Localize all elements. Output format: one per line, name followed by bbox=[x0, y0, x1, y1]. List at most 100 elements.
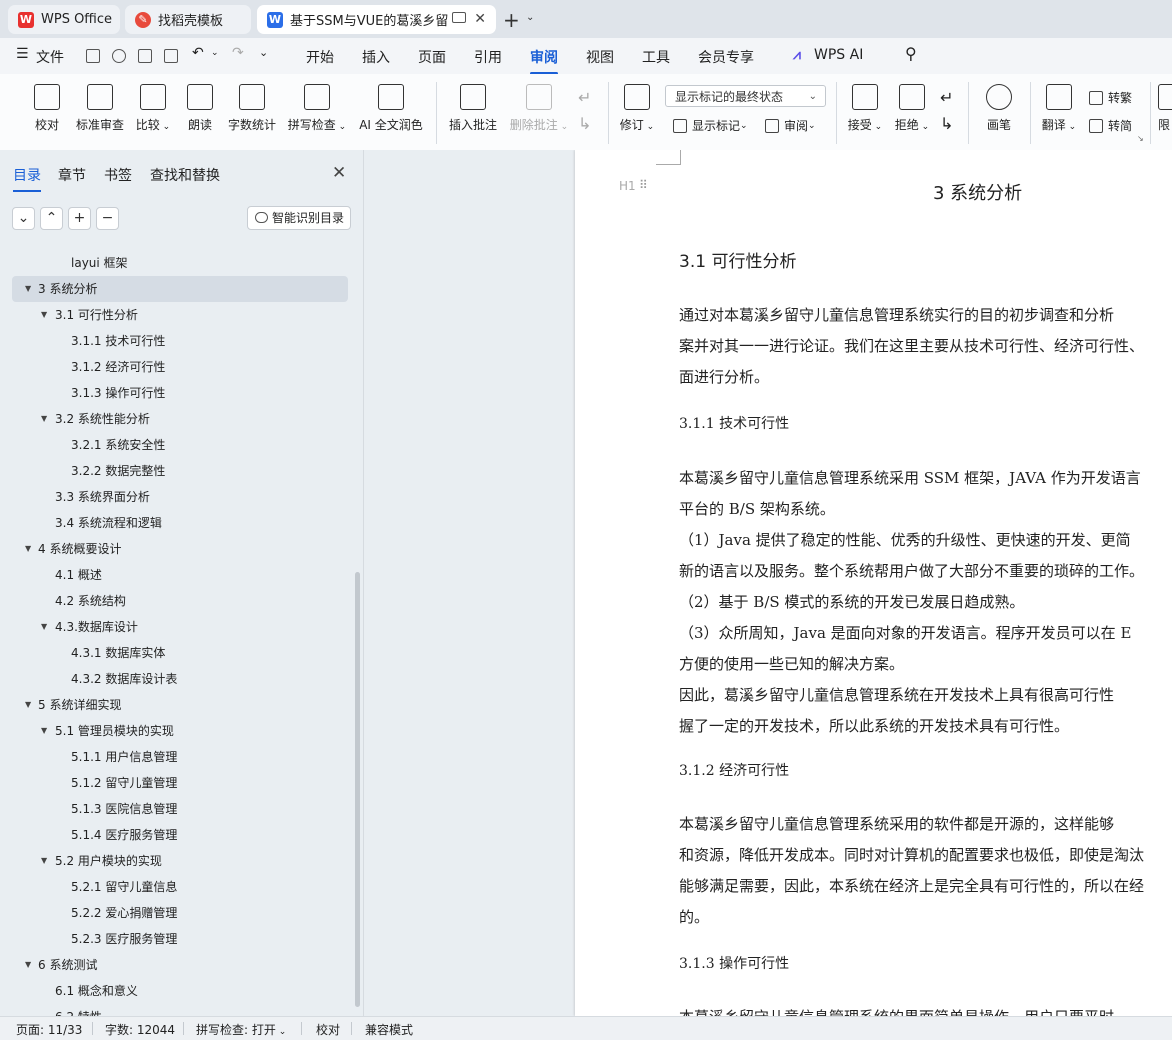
toc-item[interactable]: ▼ 3 系统分析 bbox=[12, 276, 348, 302]
nav-tab-toc[interactable]: 目录 bbox=[13, 165, 41, 192]
toc-item[interactable]: 3.4 系统流程和逻辑 bbox=[0, 510, 360, 536]
toc-item[interactable]: ▼ 4.3.数据库设计 bbox=[0, 614, 360, 640]
restrict-editing-button[interactable]: 限 bbox=[1158, 84, 1172, 133]
nav-tab-bookmarks[interactable]: 书签 bbox=[104, 165, 132, 185]
toc-collapse-triangle-icon[interactable]: ▼ bbox=[41, 614, 47, 640]
menu-review[interactable]: 审阅 bbox=[530, 47, 558, 75]
toc-collapse-triangle-icon[interactable]: ▼ bbox=[25, 952, 31, 978]
menu-page[interactable]: 页面 bbox=[418, 47, 446, 67]
toc-collapse-triangle-icon[interactable]: ▼ bbox=[25, 536, 31, 562]
toc-item[interactable]: ▼ 3.1 可行性分析 bbox=[0, 302, 360, 328]
toc-scrollbar[interactable] bbox=[355, 572, 360, 1007]
undo-dropdown-chevron-icon[interactable]: ⌄ bbox=[211, 48, 219, 58]
toc-remove-button[interactable]: − bbox=[96, 207, 119, 230]
toc-item[interactable]: 5.1.2 留守儿童管理 bbox=[0, 770, 360, 796]
drag-handle-icon[interactable]: ⠿ bbox=[639, 178, 648, 192]
print-preview-icon[interactable] bbox=[164, 49, 178, 63]
compare-button[interactable]: 比较 ⌄ bbox=[134, 84, 172, 133]
toc-collapse-triangle-icon[interactable]: ▼ bbox=[41, 302, 47, 328]
tab-current-document[interactable]: W 基于SSM与VUE的葛溪乡留守 ✕ bbox=[257, 5, 496, 34]
next-comment-icon[interactable]: ↳ bbox=[578, 114, 591, 133]
toc-item[interactable]: 4.1 概述 bbox=[0, 562, 360, 588]
track-changes-button[interactable]: 修订 ⌄ bbox=[618, 84, 656, 133]
export-icon[interactable] bbox=[112, 49, 126, 63]
toc-collapse-triangle-icon[interactable]: ▼ bbox=[41, 406, 47, 432]
toc-item[interactable]: ▼ 3.2 系统性能分析 bbox=[0, 406, 360, 432]
toc-item[interactable]: 5.2.1 留守儿童信息 bbox=[0, 874, 360, 900]
toc-item[interactable]: 4.2 系统结构 bbox=[0, 588, 360, 614]
toc-item[interactable]: ▼ 6 系统测试 bbox=[0, 952, 360, 978]
proofread-button[interactable]: 校对 bbox=[28, 84, 66, 133]
search-icon[interactable]: ⚲ bbox=[905, 44, 917, 63]
nav-tab-sections[interactable]: 章节 bbox=[58, 165, 86, 185]
file-menu[interactable]: 文件 bbox=[36, 47, 64, 67]
toc-collapse-triangle-icon[interactable]: ▼ bbox=[25, 276, 31, 302]
toc-collapse-button[interactable]: ⌃ bbox=[40, 207, 63, 230]
markup-mode-select[interactable]: 显示标记的最终状态 ⌄ bbox=[665, 85, 826, 107]
menu-insert[interactable]: 插入 bbox=[362, 47, 390, 67]
previous-change-icon[interactable]: ↵ bbox=[940, 88, 953, 107]
review-pane-button[interactable]: 审阅 ⌄ bbox=[765, 117, 816, 134]
close-panel-icon[interactable]: ✕ bbox=[332, 163, 346, 183]
monitor-icon[interactable] bbox=[452, 12, 466, 23]
toc-collapse-triangle-icon[interactable]: ▼ bbox=[25, 692, 31, 718]
toc-item[interactable]: 5.2.3 医疗服务管理 bbox=[0, 926, 360, 952]
heading-level-marker[interactable]: H1 bbox=[619, 179, 636, 193]
group-expand-icon[interactable]: ↘ bbox=[1137, 134, 1144, 143]
read-aloud-button[interactable]: 朗读 bbox=[182, 84, 218, 133]
pen-button[interactable]: 画笔 bbox=[980, 84, 1018, 133]
menu-references[interactable]: 引用 bbox=[474, 47, 502, 67]
save-icon[interactable] bbox=[86, 49, 100, 63]
ai-polish-button[interactable]: AI 全文润色 bbox=[356, 84, 426, 133]
toc-item[interactable]: layui 框架 bbox=[0, 250, 360, 276]
accept-button[interactable]: 接受 ⌄ bbox=[846, 84, 884, 133]
previous-comment-icon[interactable]: ↵ bbox=[578, 88, 591, 107]
to-simplified-button[interactable]: 转简 bbox=[1089, 117, 1132, 134]
toc-item[interactable]: 6.1 概念和意义 bbox=[0, 978, 360, 1004]
word-count-indicator[interactable]: 字数: 12044 bbox=[105, 1021, 175, 1038]
proofread-indicator[interactable]: 校对 bbox=[316, 1021, 340, 1038]
print-icon[interactable] bbox=[138, 49, 152, 63]
spell-check-indicator[interactable]: 拼写检查: 打开 ⌄ bbox=[196, 1021, 286, 1038]
toc-item[interactable]: 3.2.1 系统安全性 bbox=[0, 432, 360, 458]
menu-view[interactable]: 视图 bbox=[586, 47, 614, 67]
toc-expand-button[interactable]: ⌄ bbox=[12, 207, 35, 230]
toc-item[interactable]: 3.1.3 操作可行性 bbox=[0, 380, 360, 406]
toc-item[interactable]: 3.1.1 技术可行性 bbox=[0, 328, 360, 354]
menu-home[interactable]: 开始 bbox=[306, 47, 334, 67]
menu-member[interactable]: 会员专享 bbox=[698, 47, 754, 67]
new-tab-plus-icon[interactable]: + bbox=[503, 8, 520, 32]
toc-collapse-triangle-icon[interactable]: ▼ bbox=[41, 848, 47, 874]
translate-button[interactable]: 翻译 ⌄ bbox=[1040, 84, 1078, 133]
next-change-icon[interactable]: ↳ bbox=[940, 114, 953, 133]
quick-access-chevron-icon[interactable]: ⌄ bbox=[259, 46, 268, 59]
redo-icon[interactable]: ↷ bbox=[232, 45, 244, 61]
toc-item[interactable]: 5.1.4 医疗服务管理 bbox=[0, 822, 360, 848]
tab-list-chevron-icon[interactable]: ⌄ bbox=[526, 12, 534, 23]
toc-item[interactable]: ▼ 5 系统详细实现 bbox=[0, 692, 360, 718]
tab-docer-templates[interactable]: ✎ 找稻壳模板 bbox=[125, 5, 251, 34]
toc-item[interactable]: 3.1.2 经济可行性 bbox=[0, 354, 360, 380]
toc-item[interactable]: ▼ 5.2 用户模块的实现 bbox=[0, 848, 360, 874]
show-markup-button[interactable]: 显示标记 ⌄ bbox=[673, 117, 748, 134]
spell-check-button[interactable]: 拼写检查 ⌄ bbox=[286, 84, 348, 133]
standard-review-button[interactable]: 标准审查 bbox=[74, 84, 126, 133]
toc-item[interactable]: 3.3 系统界面分析 bbox=[0, 484, 360, 510]
smart-toc-button[interactable]: 智能识别目录 bbox=[247, 206, 351, 230]
document-page[interactable]: H1 ⠿ 3 系统分析 3.1 可行性分析 通过对本葛溪乡留守儿童信息管理系统实… bbox=[575, 150, 1172, 1016]
toc-item[interactable]: ▼ 5.1 管理员模块的实现 bbox=[0, 718, 360, 744]
reject-button[interactable]: 拒绝 ⌄ bbox=[893, 84, 931, 133]
nav-tab-find-replace[interactable]: 查找和替换 bbox=[150, 165, 220, 185]
toc-item[interactable]: 5.2.2 爱心捐赠管理 bbox=[0, 900, 360, 926]
undo-icon[interactable]: ↶ bbox=[192, 45, 204, 61]
toc-item[interactable]: 5.1.1 用户信息管理 bbox=[0, 744, 360, 770]
toc-collapse-triangle-icon[interactable]: ▼ bbox=[41, 718, 47, 744]
tab-wps-office[interactable]: W WPS Office bbox=[8, 5, 120, 34]
toc-add-button[interactable]: + bbox=[68, 207, 91, 230]
hamburger-icon[interactable]: ☰ bbox=[16, 46, 29, 62]
word-count-button[interactable]: 字数统计 bbox=[226, 84, 278, 133]
close-tab-icon[interactable]: ✕ bbox=[474, 11, 486, 27]
page-indicator[interactable]: 页面: 11/33 bbox=[16, 1021, 82, 1038]
toc-item[interactable]: 3.2.2 数据完整性 bbox=[0, 458, 360, 484]
to-traditional-button[interactable]: 转繁 bbox=[1089, 89, 1132, 106]
